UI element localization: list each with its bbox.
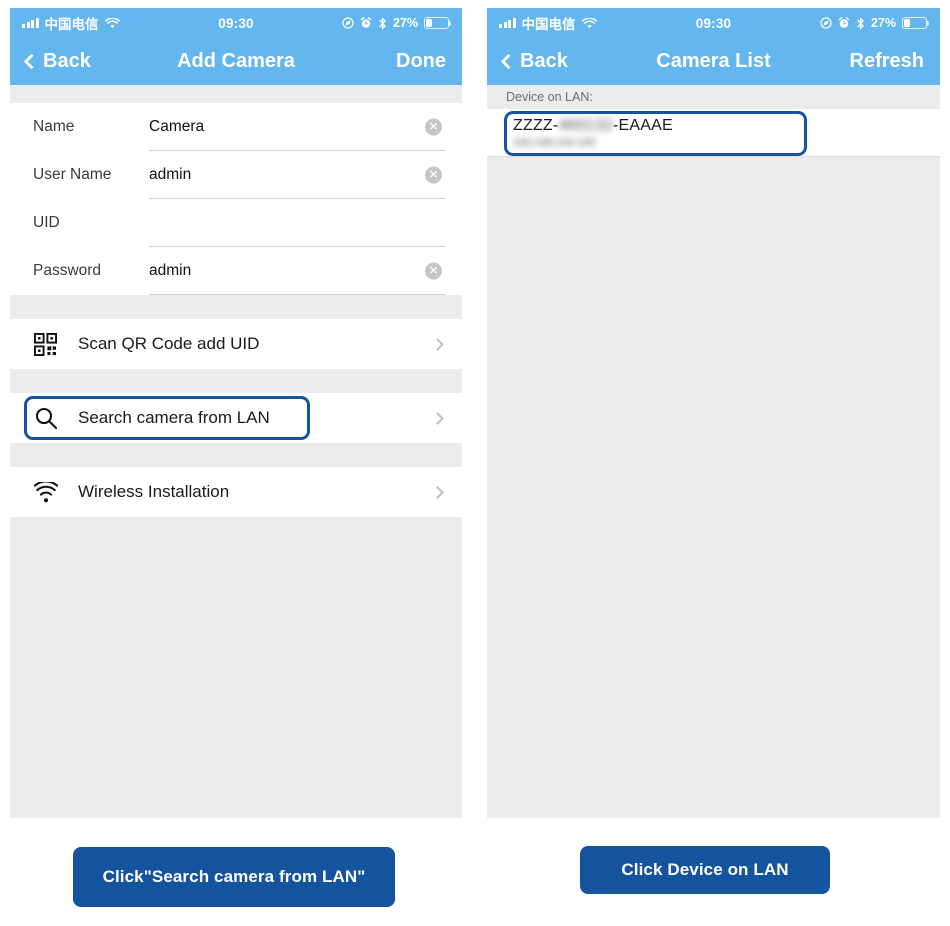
section-spacer	[10, 443, 462, 467]
field-label: User Name	[33, 166, 112, 183]
uid-input[interactable]	[149, 199, 446, 247]
field-label: UID	[33, 214, 60, 231]
field-label: Name	[33, 118, 75, 135]
status-bar-right-group: 27%	[342, 16, 452, 30]
camera-form: Name Camera ✕ User Name admin ✕ UID Pass…	[10, 103, 462, 295]
device-ip-address: 192.168.100.100	[513, 136, 596, 149]
name-input[interactable]: Camera ✕	[149, 103, 446, 151]
menu-item-wireless-installation[interactable]: Wireless Installation	[10, 467, 462, 517]
form-row-name: Name Camera ✕	[10, 103, 462, 151]
menu-item-label: Search camera from LAN	[78, 408, 270, 427]
form-row-username: User Name admin ✕	[10, 151, 462, 199]
device-uid-suffix: -EAAAE	[613, 116, 673, 134]
location-icon	[820, 17, 832, 29]
chevron-left-icon	[500, 53, 517, 70]
carrier-label: 中国电信	[521, 17, 576, 32]
battery-icon	[902, 17, 930, 29]
section-header-device-on-lan: Device on LAN:	[487, 85, 940, 109]
status-bar-right: 中国电信 09:30 27%	[487, 8, 940, 38]
status-bar-right-group: 27%	[820, 16, 930, 30]
phone-screen-add-camera: 中国电信 09:30 27% Back Add Camera Done Name…	[10, 8, 462, 818]
bluetooth-icon	[378, 17, 387, 30]
nav-bar-right: Back Camera List Refresh	[487, 38, 940, 85]
clear-icon[interactable]: ✕	[425, 118, 442, 135]
alarm-clock-icon	[360, 17, 372, 29]
caption-button-search-lan[interactable]: Click"Search camera from LAN"	[73, 847, 395, 907]
section-spacer	[10, 85, 462, 103]
chevron-left-icon	[23, 53, 40, 70]
status-bar-left: 中国电信 09:30 27%	[10, 8, 462, 38]
status-bar-left-group: 中国电信	[22, 13, 120, 33]
battery-icon	[424, 17, 452, 29]
form-row-uid: UID	[10, 199, 462, 247]
refresh-button[interactable]: Refresh	[850, 50, 924, 73]
chevron-right-icon	[431, 411, 444, 425]
clear-icon[interactable]: ✕	[425, 166, 442, 183]
clear-icon[interactable]: ✕	[425, 262, 442, 279]
back-button[interactable]: Back	[500, 50, 568, 73]
field-label: Password	[33, 262, 102, 279]
battery-percent-label: 27%	[392, 16, 418, 30]
device-uid-middle: 460132	[558, 116, 614, 134]
section-spacer	[10, 369, 462, 393]
done-button[interactable]: Done	[396, 50, 446, 73]
nav-bar-left: Back Add Camera Done	[10, 38, 462, 85]
back-button-label: Back	[43, 50, 91, 72]
search-icon	[34, 406, 78, 430]
form-row-password: Password admin ✕	[10, 247, 462, 295]
signal-bars-icon	[22, 18, 39, 28]
wifi-icon	[34, 481, 78, 503]
device-uid-prefix: ZZZZ-	[513, 116, 559, 134]
bluetooth-icon	[856, 17, 865, 30]
field-value: admin	[149, 165, 192, 183]
empty-content-area	[10, 517, 462, 818]
location-icon	[342, 17, 354, 29]
screenshot-stage: 中国电信 09:30 27% Back Add Camera Done Name…	[0, 0, 950, 926]
carrier-label: 中国电信	[44, 17, 99, 32]
wifi-icon	[104, 17, 120, 29]
menu-item-search-lan[interactable]: Search camera from LAN	[10, 393, 462, 443]
status-bar-left-group: 中国电信	[499, 13, 597, 33]
menu-item-label: Scan QR Code add UID	[78, 334, 260, 353]
username-input[interactable]: admin ✕	[149, 151, 446, 199]
battery-percent-label: 27%	[870, 16, 896, 30]
back-button-label: Back	[520, 50, 568, 72]
device-uid: ZZZZ-460132-EAAAE	[513, 117, 940, 135]
chevron-right-icon	[431, 485, 444, 499]
menu-item-label: Wireless Installation	[78, 482, 230, 501]
caption-button-device-lan[interactable]: Click Device on LAN	[580, 846, 830, 894]
qr-code-icon	[34, 332, 78, 356]
device-list-item[interactable]: ZZZZ-460132-EAAAE 192.168.100.100	[487, 109, 940, 157]
section-spacer	[10, 295, 462, 319]
signal-bars-icon	[499, 18, 516, 28]
field-value: admin	[149, 261, 192, 279]
menu-item-scan-qr[interactable]: Scan QR Code add UID	[10, 319, 462, 369]
wifi-icon	[581, 17, 597, 29]
back-button[interactable]: Back	[23, 50, 91, 73]
field-value: Camera	[149, 117, 205, 135]
chevron-right-icon	[431, 337, 444, 351]
empty-list-area	[487, 157, 940, 818]
phone-screen-camera-list: 中国电信 09:30 27% Back Camera List Refresh …	[487, 8, 940, 818]
password-input[interactable]: admin ✕	[149, 247, 446, 295]
alarm-clock-icon	[838, 17, 850, 29]
